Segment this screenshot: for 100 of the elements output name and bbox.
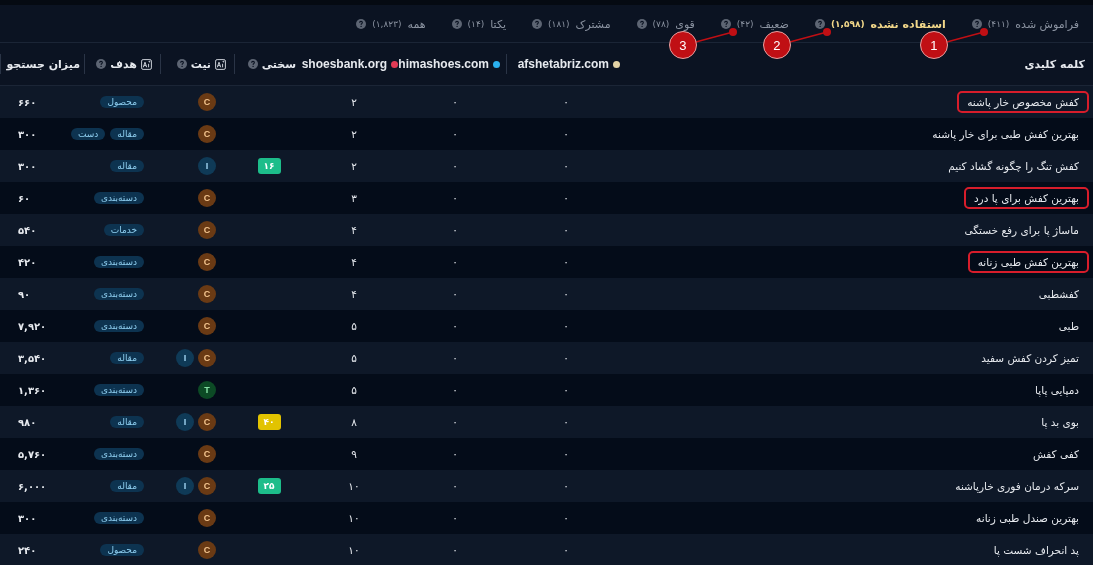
help-icon[interactable] bbox=[96, 59, 107, 69]
target-tag: مقاله bbox=[110, 352, 144, 364]
rank-cell: ۰ bbox=[563, 448, 569, 460]
column-header[interactable]: نیت bbox=[190, 57, 211, 71]
intent-badge: C bbox=[198, 541, 216, 559]
callout-badge: 3 bbox=[668, 31, 697, 59]
rank-cell: ۱۰ bbox=[348, 480, 360, 492]
target-tag: محصول bbox=[100, 544, 144, 556]
volume-cell: ۹۰ bbox=[18, 288, 31, 300]
help-icon[interactable] bbox=[971, 19, 982, 29]
intent-badge: I bbox=[176, 413, 194, 431]
rank-cell: ۰ bbox=[452, 544, 458, 556]
volume-cell: ۴۲۰ bbox=[18, 256, 37, 268]
keyword-cell-text: سرکه درمان فوری خارپاشنه bbox=[955, 479, 1079, 495]
rank-cell: ۹ bbox=[351, 448, 357, 460]
rank-cell: ۰ bbox=[452, 288, 458, 300]
rank-cell: ۰ bbox=[452, 224, 458, 236]
help-icon[interactable] bbox=[814, 19, 825, 29]
rank-cell: ۰ bbox=[452, 512, 458, 524]
volume-cell: ۲۴۰ bbox=[18, 544, 37, 556]
volume-cell: ۶۰ bbox=[18, 192, 31, 204]
rank-cell: ۰ bbox=[563, 480, 569, 492]
keyword-cell-text: پد انحراف شست پا bbox=[993, 543, 1079, 559]
rank-cell: ۲ bbox=[351, 160, 357, 172]
intent-badge: I bbox=[176, 477, 194, 495]
help-icon[interactable] bbox=[176, 59, 187, 69]
rank-cell: ۲ bbox=[351, 96, 357, 108]
rank-cell: ۰ bbox=[452, 480, 458, 492]
volume-cell: ۳۰۰ bbox=[18, 128, 37, 140]
volume-cell: ۹۸۰ bbox=[18, 416, 37, 428]
difficulty-badge: ۴۰ bbox=[257, 414, 281, 430]
highlighted-keyword: بهترین کفش طبی زنانه bbox=[967, 251, 1089, 273]
callout-badge: 2 bbox=[762, 31, 791, 59]
rank-cell: ۰ bbox=[452, 256, 458, 268]
intent-badge: C bbox=[198, 125, 216, 143]
column-header[interactable]: هدف bbox=[110, 57, 137, 71]
column-header[interactable]: himashoes.com bbox=[398, 57, 489, 71]
ai-icon bbox=[141, 58, 152, 70]
intent-badge: C bbox=[198, 349, 216, 367]
rank-cell: ۰ bbox=[563, 288, 569, 300]
column-header[interactable]: afshetabriz.com bbox=[517, 57, 609, 71]
keyword-cell-text: بهترین صندل طبی زنانه bbox=[976, 511, 1079, 527]
target-tag: دسته‌بندی bbox=[93, 448, 144, 460]
intent-badge: C bbox=[198, 285, 216, 303]
rank-cell: ۰ bbox=[452, 160, 458, 172]
target-tag: مقاله bbox=[110, 128, 144, 140]
rank-cell: ۰ bbox=[563, 160, 569, 172]
rank-cell: ۵ bbox=[351, 320, 357, 332]
volume-cell: ۱,۳۶۰ bbox=[18, 384, 47, 396]
filter-tab[interactable]: یکتا (۱۴) bbox=[451, 15, 507, 33]
volume-cell: ۶,۰۰۰ bbox=[18, 480, 47, 492]
help-icon[interactable] bbox=[247, 59, 258, 69]
filter-tab[interactable]: قوی (۷۸) bbox=[636, 15, 695, 33]
rank-cell: ۰ bbox=[563, 544, 569, 556]
intent-badge: I bbox=[176, 349, 194, 367]
column-header[interactable]: میزان جستجو bbox=[6, 57, 80, 71]
rank-cell: ۰ bbox=[563, 320, 569, 332]
target-tag: دسته‌بندی bbox=[93, 256, 144, 268]
keyword-cell-text: طبی bbox=[1058, 319, 1079, 334]
intent-badge: C bbox=[198, 253, 216, 271]
target-tag: مقاله bbox=[110, 480, 144, 492]
filter-tab[interactable]: استفاده نشده (۱,۵۹۸) bbox=[814, 15, 946, 33]
rank-cell: ۰ bbox=[563, 128, 569, 140]
intent-badge: C bbox=[198, 413, 216, 431]
filter-tab[interactable]: مشترک (۱۸۱) bbox=[532, 15, 611, 33]
intent-badge: C bbox=[198, 445, 216, 463]
rank-cell: ۳ bbox=[351, 192, 357, 204]
rank-cell: ۰ bbox=[563, 192, 569, 204]
intent-badge: C bbox=[198, 93, 216, 111]
column-header[interactable]: سختی bbox=[261, 57, 296, 71]
volume-cell: ۷,۹۲۰ bbox=[18, 320, 47, 332]
help-icon[interactable] bbox=[451, 19, 462, 29]
intent-badge: T bbox=[198, 381, 216, 399]
callout-badge: 1 bbox=[919, 31, 948, 59]
volume-cell: ۳۰۰ bbox=[18, 160, 37, 172]
rank-cell: ۴ bbox=[351, 288, 357, 300]
filter-tab[interactable]: همه (۱,۸۲۳) bbox=[356, 15, 426, 33]
rank-cell: ۰ bbox=[563, 416, 569, 428]
rank-cell: ۴ bbox=[351, 224, 357, 236]
help-icon[interactable] bbox=[720, 19, 731, 29]
rank-cell: ۰ bbox=[563, 512, 569, 524]
keyword-cell-text: بوی بد پا bbox=[1041, 415, 1079, 431]
help-icon[interactable] bbox=[356, 19, 367, 29]
ai-icon bbox=[215, 58, 226, 70]
highlighted-keyword: بهترین کفش برای پا درد bbox=[963, 187, 1089, 209]
rank-cell: ۰ bbox=[563, 384, 569, 396]
rank-cell: ۰ bbox=[563, 352, 569, 364]
filter-tab[interactable]: فراموش شده (۴۱۱) bbox=[971, 15, 1079, 33]
keyword-cell-text: کفش تنگ را چگونه گشاد کنیم bbox=[948, 159, 1079, 175]
help-icon[interactable] bbox=[532, 19, 543, 29]
rank-cell: ۵ bbox=[351, 352, 357, 364]
target-tag: دسته‌بندی bbox=[93, 192, 144, 204]
help-icon[interactable] bbox=[636, 19, 647, 29]
rank-cell: ۰ bbox=[452, 352, 458, 364]
filter-tab[interactable]: ضعیف (۴۲) bbox=[720, 15, 789, 33]
rank-cell: ۰ bbox=[452, 320, 458, 332]
keyword-cell-text: دمپایی پاپا bbox=[1035, 383, 1079, 399]
volume-cell: ۳۰۰ bbox=[18, 512, 37, 524]
rank-cell: ۵ bbox=[351, 384, 357, 396]
column-header[interactable]: shoesbank.org bbox=[301, 57, 387, 71]
